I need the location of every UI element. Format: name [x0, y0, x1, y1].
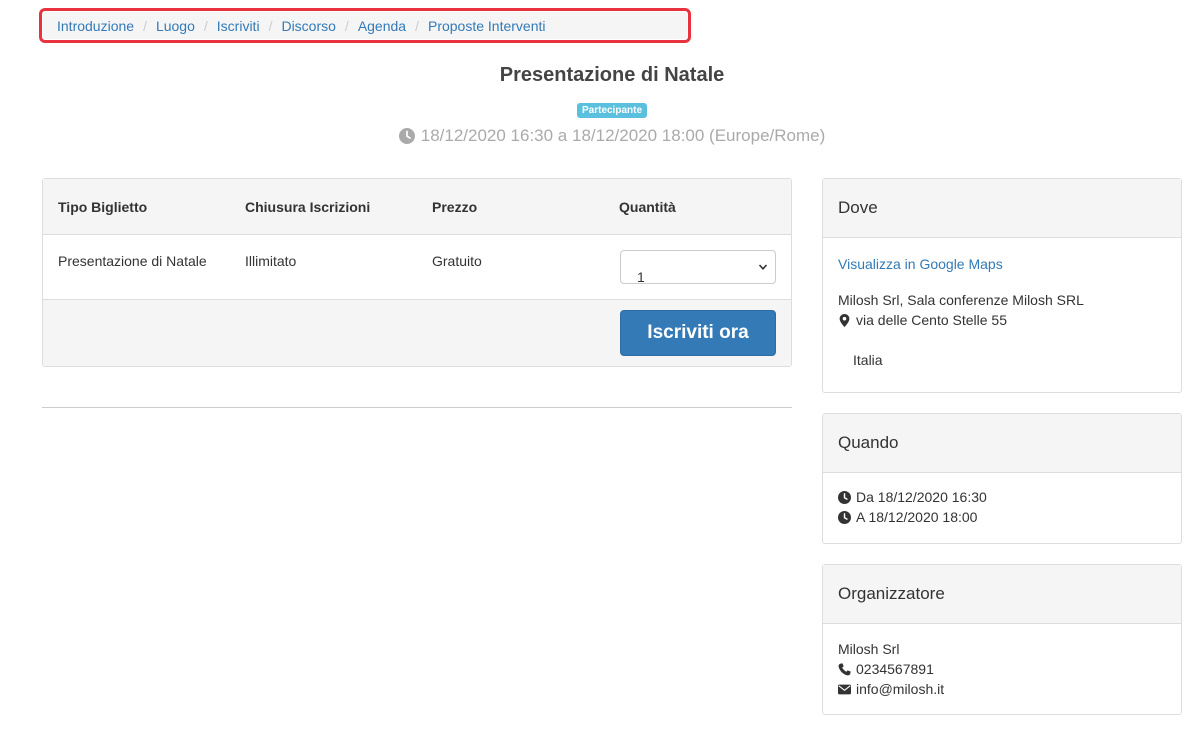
status-badge: Partecipante: [576, 103, 648, 118]
header-ticket-type: Tipo Biglietto: [58, 199, 148, 215]
address-street: via delle Cento Stelle 55: [856, 312, 1007, 328]
map-marker-icon: [839, 313, 850, 327]
header-price: Prezzo: [432, 199, 478, 215]
organizer-panel: Organizzatore Milosh Srl 0234567891 info…: [822, 564, 1182, 715]
organizer-name: Milosh Srl: [838, 641, 900, 657]
chevron-down-icon: [758, 264, 768, 270]
header-quantity: Quantità: [619, 199, 676, 215]
where-panel-body: Visualizza in Google Maps Milosh Srl, Sa…: [823, 238, 1181, 386]
organizer-panel-body: Milosh Srl 0234567891 info@milosh.it: [823, 624, 1181, 715]
where-panel: Dove Visualizza in Google Maps Milosh Sr…: [822, 178, 1182, 393]
tickets-header-row: Tipo Biglietto Chiusura Iscrizioni Prezz…: [43, 179, 791, 235]
organizer-panel-title: Organizzatore: [823, 565, 1181, 624]
when-from-line: Da 18/12/2020 16:30: [838, 487, 1166, 507]
divider: [42, 407, 792, 408]
ticket-closing-cell: Illimitato: [245, 253, 297, 269]
breadcrumb-highlight-box: [39, 8, 691, 43]
when-panel: Quando Da 18/12/2020 16:30 A 18/12/2020 …: [822, 413, 1182, 544]
organizer-email-line: info@milosh.it: [838, 679, 1166, 699]
ticket-type-cell: Presentazione di Natale: [58, 253, 207, 269]
envelope-icon: [838, 684, 851, 694]
phone-icon: [838, 662, 851, 675]
when-from: Da 18/12/2020 16:30: [856, 489, 987, 505]
table-row: Presentazione di Natale Illimitato Gratu…: [43, 235, 791, 300]
event-datetime: 18/12/2020 16:30 a 18/12/2020 18:00 (Eur…: [0, 126, 1204, 146]
where-panel-title: Dove: [823, 179, 1181, 238]
when-to: A 18/12/2020 18:00: [856, 509, 978, 525]
address-country: Italia: [853, 352, 883, 368]
organizer-phone-line: 0234567891: [838, 659, 1166, 679]
address-street-line: via delle Cento Stelle 55: [838, 310, 1166, 330]
tickets-footer: Iscriviti ora: [43, 300, 791, 366]
register-now-button[interactable]: Iscriviti ora: [620, 310, 776, 356]
ticket-price-cell: Gratuito: [432, 253, 482, 269]
event-datetime-text: 18/12/2020 16:30 a 18/12/2020 18:00 (Eur…: [420, 126, 826, 145]
when-to-line: A 18/12/2020 18:00: [838, 507, 1166, 527]
quantity-select[interactable]: 1: [620, 250, 776, 285]
when-panel-title: Quando: [823, 414, 1181, 473]
clock-icon: [838, 490, 851, 504]
quantity-select-value: 1: [637, 269, 645, 285]
clock-icon: [838, 510, 851, 524]
clock-icon: [398, 128, 415, 144]
header-registration-closing: Chiusura Iscrizioni: [245, 199, 371, 215]
tickets-panel: Tipo Biglietto Chiusura Iscrizioni Prezz…: [42, 178, 792, 367]
badge-container: Partecipante: [0, 100, 1204, 118]
organizer-email: info@milosh.it: [856, 681, 945, 697]
when-panel-body: Da 18/12/2020 16:30 A 18/12/2020 18:00: [823, 473, 1181, 543]
google-maps-link[interactable]: Visualizza in Google Maps: [838, 256, 1003, 272]
page-title: Presentazione di Natale: [499, 64, 725, 86]
venue-name: Milosh Srl, Sala conferenze Milosh SRL: [838, 292, 1084, 308]
organizer-phone: 0234567891: [856, 661, 934, 677]
